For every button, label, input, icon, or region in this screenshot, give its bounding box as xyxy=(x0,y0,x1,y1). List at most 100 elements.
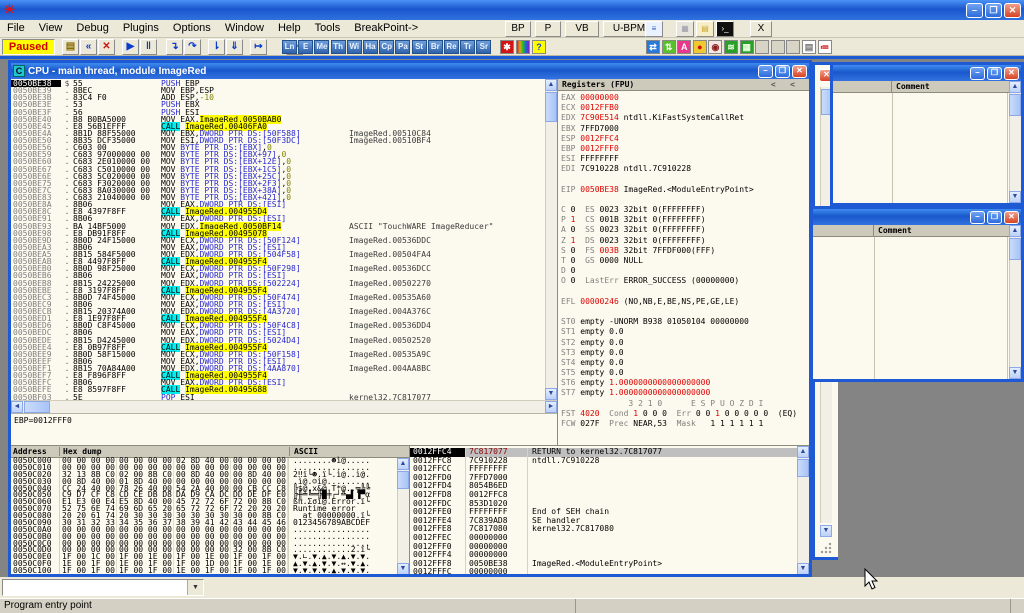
scroll-up-icon[interactable]: ▲ xyxy=(1009,81,1021,93)
register-line[interactable]: EBP 0012FFF0 xyxy=(558,144,809,154)
column-header-blank[interactable] xyxy=(813,225,874,237)
register-line[interactable]: S 0 FS 003B 32bit 7FFDF000(FFF) xyxy=(558,246,809,256)
register-line[interactable]: ST5 empty 0.0 xyxy=(558,368,809,378)
letter-a-icon[interactable]: A xyxy=(677,40,691,54)
run-icon[interactable]: ▶ xyxy=(122,39,139,55)
column-header-blank[interactable] xyxy=(833,81,892,93)
register-line[interactable]: ESP 0012FFC4 xyxy=(558,134,809,144)
appearance-rainbow-icon[interactable] xyxy=(516,40,530,54)
maximize-button[interactable]: ❐ xyxy=(987,67,1002,80)
view-button-re[interactable]: Re xyxy=(444,40,459,54)
view-button-sr[interactable]: Sr xyxy=(476,40,491,54)
menu-item-view[interactable]: View xyxy=(32,20,70,36)
menu-item-tools[interactable]: Tools xyxy=(308,20,348,36)
options-gear-icon[interactable]: ✱ xyxy=(500,40,514,54)
comment-window-2-titlebar[interactable]: – ❐ ✕ xyxy=(813,209,1021,225)
registers-pane-buttons[interactable]: < < xyxy=(771,80,795,89)
exec-till-return-icon[interactable]: ↦ xyxy=(250,39,267,55)
dump-header-ascii[interactable]: ASCII xyxy=(290,447,370,456)
open-file-icon[interactable]: ▤ xyxy=(62,39,79,55)
view-button-pa[interactable]: Pa xyxy=(395,40,410,54)
breakpoint-toolbar-button-p[interactable]: P xyxy=(535,21,561,37)
menu-item-window[interactable]: Window xyxy=(218,20,271,36)
register-line[interactable]: EDI 7C910228 ntdll.7C910228 xyxy=(558,164,809,174)
register-line[interactable]: EIP 0050BE38 ImageRed.<ModuleEntryPoint> xyxy=(558,185,809,195)
restore-button[interactable]: ❐ xyxy=(985,3,1002,18)
comment-window-1-scrollbar[interactable]: ▲ ▼ xyxy=(1009,81,1021,203)
register-line[interactable]: 3 2 1 0 E S P U O Z D I xyxy=(558,399,809,409)
scroll-up-icon[interactable]: ▲ xyxy=(545,79,557,91)
view-button-e[interactable]: E xyxy=(298,40,313,54)
record-dot-icon[interactable]: ● xyxy=(693,40,707,54)
stack-row[interactable]: 0012FFFC00000000 xyxy=(410,568,797,574)
column-header-comment[interactable]: Comment xyxy=(892,82,1008,91)
help-icon[interactable]: ? xyxy=(532,40,546,54)
breakpoint-toolbar-button-bp[interactable]: BP xyxy=(505,21,531,37)
scroll-up-icon[interactable]: ▲ xyxy=(1009,225,1021,237)
scroll-down-icon[interactable]: ▼ xyxy=(397,563,409,574)
sync-arrows-icon[interactable]: ⇄ xyxy=(646,40,660,54)
register-line[interactable] xyxy=(558,175,809,185)
dump-row[interactable]: 0050C1001F 00 1F 001F 00 1F 001E 00 1F 0… xyxy=(11,568,409,574)
view-button-me[interactable]: Me xyxy=(314,40,329,54)
clipboard-icon[interactable]: ≡ xyxy=(645,21,663,37)
register-line[interactable]: ESI FFFFFFFF xyxy=(558,154,809,164)
menu-item-breakpoint[interactable]: BreakPoint-> xyxy=(347,20,425,36)
register-line[interactable]: ST2 empty 0.0 xyxy=(558,338,809,348)
disasm-row[interactable]: 0050BEFE.E8 8597F8FFCALL ImageRed.004956… xyxy=(11,386,545,393)
view-button-ha[interactable]: Ha xyxy=(363,40,378,54)
disasm-vscrollbar[interactable]: ▲ ▼ xyxy=(545,79,557,400)
scroll-right-icon[interactable]: ► xyxy=(545,401,557,413)
mixer-icon[interactable]: ≋ xyxy=(724,40,738,54)
minimize-button[interactable]: – xyxy=(966,3,983,18)
register-line[interactable]: ST7 empty 1.0000000000000000000 xyxy=(558,388,809,398)
comment-window-1-titlebar[interactable]: – ❐ ✕ xyxy=(833,65,1021,81)
view-button-wi[interactable]: Wi xyxy=(347,40,362,54)
empty-button[interactable] xyxy=(786,40,800,54)
view-button-cp[interactable]: Cp xyxy=(379,40,394,54)
menu-item-options[interactable]: Options xyxy=(166,20,218,36)
register-line[interactable]: T 0 GS 0000 NULL xyxy=(558,256,809,266)
scroll-up-icon[interactable]: ▲ xyxy=(397,458,409,470)
dump-header-hex[interactable]: Hex dump xyxy=(60,447,290,456)
breakpoint-toolbar-button-vb[interactable]: VB xyxy=(565,21,599,37)
animate-into-icon[interactable]: ⇂ xyxy=(208,39,225,55)
register-line[interactable]: P 1 CS 001B 32bit 0(FFFFFFFF) xyxy=(558,215,809,225)
register-line[interactable]: EBX 7FFD7000 xyxy=(558,124,809,134)
disasm-row[interactable]: 0050BE3B.83C4 F0ADD ESP,-10 xyxy=(11,94,545,101)
resize-grip[interactable] xyxy=(819,541,832,554)
view-button-ln[interactable]: Ln xyxy=(282,40,297,54)
register-line[interactable]: Z 1 DS 0023 32bit 0(FFFFFFFF) xyxy=(558,236,809,246)
menu-item-plugins[interactable]: Plugins xyxy=(116,20,166,36)
view-button-br[interactable]: Br xyxy=(428,40,443,54)
register-line[interactable]: ST6 empty 1.0000000000000000000 xyxy=(558,378,809,388)
scroll-down-icon[interactable]: ▼ xyxy=(820,525,832,537)
register-line[interactable]: C 0 ES 0023 32bit 0(FFFFFFFF) xyxy=(558,205,809,215)
register-line[interactable] xyxy=(558,287,809,297)
register-line[interactable] xyxy=(558,307,809,317)
minimize-button[interactable]: – xyxy=(758,65,773,78)
minimize-button[interactable]: – xyxy=(970,211,985,224)
step-over-icon[interactable]: ↷ xyxy=(184,39,201,55)
register-line[interactable]: O 0 LastErr ERROR_SUCCESS (00000000) xyxy=(558,276,809,286)
close-program-icon[interactable]: ✕ xyxy=(98,39,115,55)
dump-header-address[interactable]: Address xyxy=(11,447,60,456)
cpu-window-titlebar[interactable]: C CPU - main thread, module ImageRed – ❐… xyxy=(11,63,809,79)
register-line[interactable]: ECX 0012FFB0 xyxy=(558,103,809,113)
register-line[interactable]: EFL 00000246 (NO,NB,E,BE,NS,PE,GE,LE) xyxy=(558,297,809,307)
stack-vscrollbar[interactable]: ▲ ▼ xyxy=(797,446,809,574)
disasm-hscrollbar[interactable]: ◄ ► xyxy=(11,400,557,413)
maximize-button[interactable]: ❐ xyxy=(987,211,1002,224)
menu-item-debug[interactable]: Debug xyxy=(69,20,115,36)
doc-list-icon[interactable]: ▤ xyxy=(802,40,816,54)
view-button-th[interactable]: Th xyxy=(331,40,346,54)
menu-item-file[interactable]: File xyxy=(0,20,32,36)
chevron-down-icon[interactable]: ▼ xyxy=(187,580,203,595)
grid-window-icon[interactable]: ▦ xyxy=(740,40,754,54)
register-line[interactable]: EAX 00000000 xyxy=(558,93,809,103)
register-line[interactable]: ST4 empty 0.0 xyxy=(558,358,809,368)
console-icon[interactable]: ›_ xyxy=(716,21,734,37)
register-line[interactable]: ST3 empty 0.0 xyxy=(558,348,809,358)
updown-arrows-icon[interactable]: ⇅ xyxy=(662,40,676,54)
register-line[interactable]: ST1 empty 0.0 xyxy=(558,327,809,337)
